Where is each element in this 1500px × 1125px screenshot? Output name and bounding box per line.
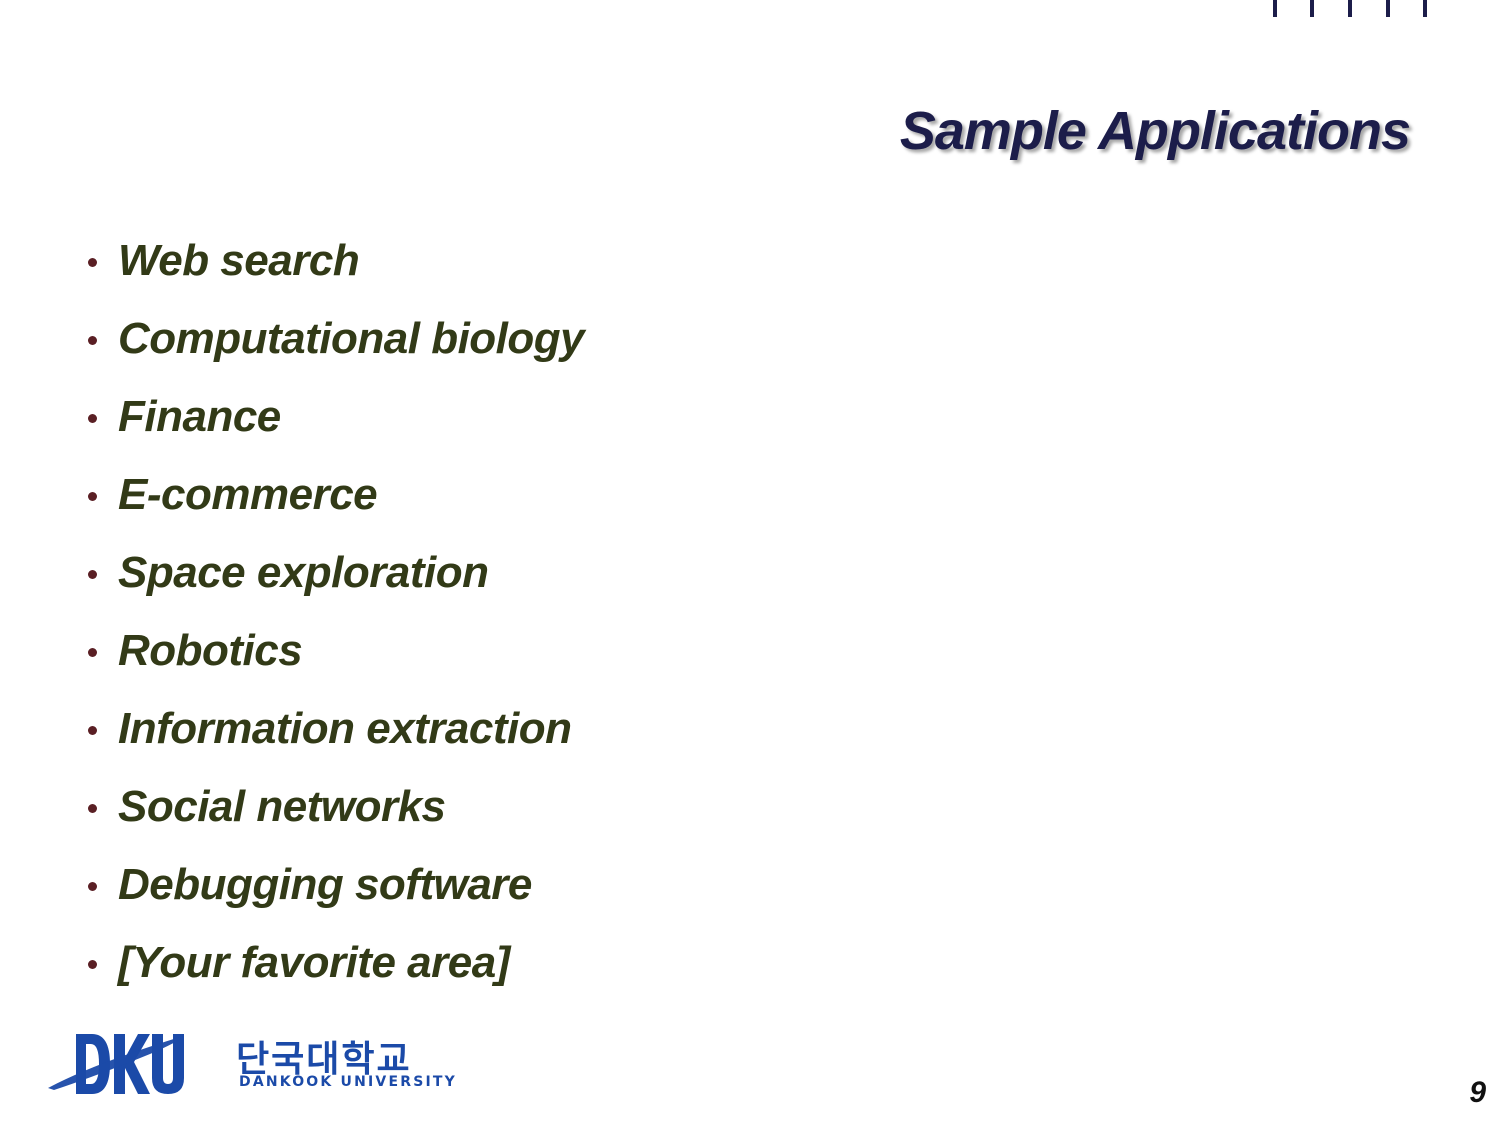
list-item: Space exploration	[88, 534, 584, 612]
bullet-icon	[88, 413, 97, 423]
list-item: Robotics	[88, 612, 584, 690]
bullet-text: Web search	[118, 236, 360, 285]
bullet-text: E-commerce	[118, 470, 378, 519]
bullet-text: Debugging software	[118, 860, 532, 909]
list-item: Web search	[88, 222, 584, 300]
list-item: Social networks	[88, 768, 584, 846]
bullet-icon	[88, 569, 97, 579]
bullet-icon	[88, 647, 97, 657]
bullet-icon	[88, 491, 97, 501]
list-item: Finance	[88, 378, 584, 456]
bullet-text: Space exploration	[118, 548, 489, 597]
list-item: E-commerce	[88, 456, 584, 534]
bullet-text: [Your favorite area]	[118, 938, 510, 987]
list-item: Information extraction	[88, 690, 584, 768]
list-item: Computational biology	[88, 300, 585, 378]
bullet-text: Social networks	[118, 782, 446, 831]
top-decoration-ticks	[1268, 0, 1433, 20]
dku-emblem-icon	[48, 1034, 184, 1094]
bullet-icon	[88, 959, 97, 969]
logo-english-name: DANKOOK UNIVERSITY	[239, 1074, 457, 1090]
bullet-icon	[88, 335, 97, 345]
bullet-icon	[88, 881, 97, 891]
bullet-icon	[88, 257, 97, 267]
bullet-text: Computational biology	[118, 314, 585, 363]
list-item: Debugging software	[88, 846, 584, 924]
page-number: 9	[1469, 1076, 1486, 1109]
bullet-list: Web search Computational biology Finance…	[88, 222, 585, 1002]
university-logo: 단국대학교 DANKOOK UNIVERSITY	[46, 1028, 455, 1100]
list-item: [Your favorite area]	[88, 924, 584, 1002]
bullet-icon	[88, 725, 97, 735]
bullet-text: Finance	[118, 392, 281, 441]
bullet-icon	[88, 803, 97, 813]
slide-title: Sample Applications	[899, 101, 1411, 161]
bullet-text: Information extraction	[118, 704, 572, 753]
bullet-text: Robotics	[118, 626, 303, 675]
